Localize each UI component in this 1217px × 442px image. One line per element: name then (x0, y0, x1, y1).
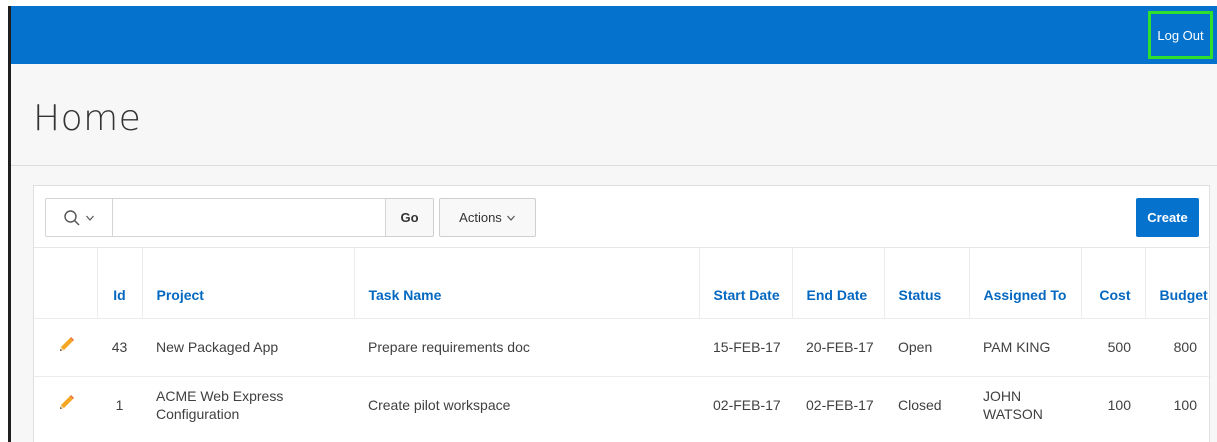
cell-project: ACME Web Express Configuration (156, 388, 284, 423)
app-frame: Log Out Home Go Actions Create Id Projec… (8, 6, 1217, 442)
search-icon (64, 209, 80, 226)
column-header-start-date[interactable]: Start Date (699, 248, 793, 318)
actions-label: Actions (459, 210, 502, 225)
column-header-status[interactable]: Status (884, 248, 970, 318)
cell-status: Open (898, 339, 933, 355)
cell-start-date: 02-FEB-17 (713, 397, 781, 414)
report-table: Id Project Task Name Start Date End Date… (34, 248, 1211, 434)
top-navigation-bar: Log Out (11, 6, 1217, 64)
chevron-down-icon (86, 215, 94, 221)
create-button[interactable]: Create (1136, 198, 1199, 237)
cell-cost: 500 (1107, 339, 1131, 355)
cell-budget: 100 (1173, 397, 1197, 414)
table-row: 43 New Packaged App Prepare requirements… (34, 318, 1211, 376)
cell-project: New Packaged App (156, 339, 279, 355)
chevron-down-icon (506, 215, 515, 221)
edit-cell (34, 318, 97, 376)
pencil-icon[interactable] (57, 336, 75, 354)
cell-status: Closed (898, 397, 942, 414)
cell-id: 1 (115, 397, 124, 414)
table-row: 1 ACME Web Express Configuration Create … (34, 376, 1211, 434)
cell-id: 43 (111, 339, 128, 355)
column-header-project[interactable]: Project (142, 248, 355, 318)
cell-cost: 100 (1107, 397, 1131, 414)
column-header-edit (34, 248, 98, 318)
cell-end-date: 02-FEB-17 (806, 397, 874, 414)
cell-budget: 800 (1173, 339, 1197, 355)
cell-end-date: 20-FEB-17 (806, 339, 874, 355)
table-header-row: Id Project Task Name Start Date End Date… (34, 248, 1211, 318)
edit-cell (34, 376, 97, 434)
cell-start-date: 15-FEB-17 (713, 339, 781, 355)
pencil-icon[interactable] (57, 394, 75, 412)
report-toolbar: Go Actions Create (34, 186, 1209, 248)
go-button[interactable]: Go (386, 198, 434, 237)
search-input[interactable] (113, 198, 386, 237)
actions-menu-button[interactable]: Actions (439, 198, 536, 237)
cell-assigned-to: PAM KING (983, 339, 1051, 355)
interactive-report: Go Actions Create Id Project Task Name S… (33, 185, 1211, 442)
search-bar: Go (45, 198, 434, 237)
column-header-end-date[interactable]: End Date (792, 248, 885, 318)
column-header-cost[interactable]: Cost (1081, 248, 1146, 318)
column-header-budget[interactable]: Budget (1145, 248, 1211, 318)
page-title: Home (33, 98, 142, 139)
cell-task-name: Create pilot workspace (368, 397, 511, 414)
cell-task-name: Prepare requirements doc (368, 339, 530, 355)
column-header-id[interactable]: Id (97, 248, 143, 318)
logout-link[interactable]: Log Out (1148, 11, 1213, 59)
title-divider (11, 165, 1217, 166)
column-header-task-name[interactable]: Task Name (354, 248, 700, 318)
search-column-menu[interactable] (45, 198, 113, 237)
cell-assigned-to: JOHN WATSON (983, 388, 1043, 423)
column-header-assigned-to[interactable]: Assigned To (969, 248, 1082, 318)
